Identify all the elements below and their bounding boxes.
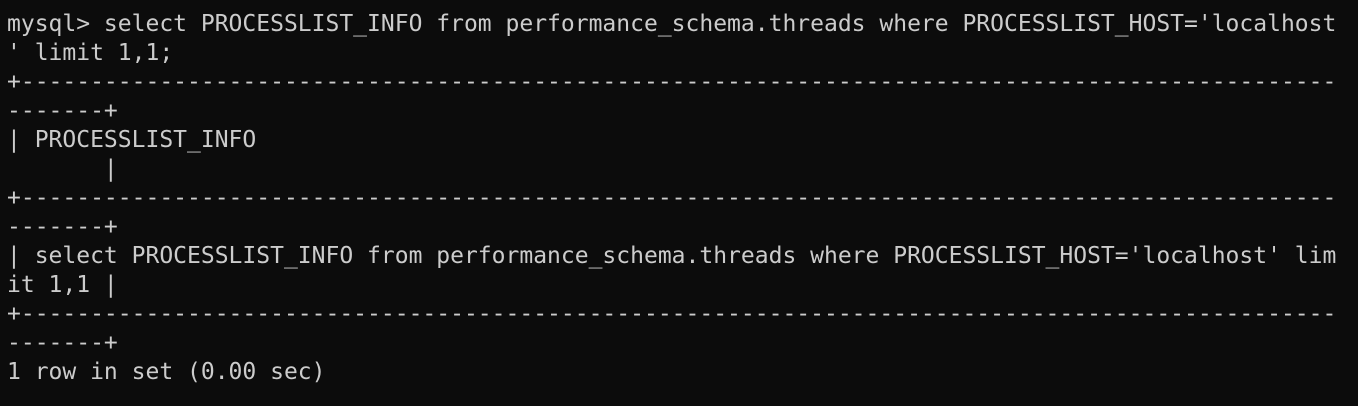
terminal-window[interactable]: mysql> select PROCESSLIST_INFO from perf… — [0, 0, 1358, 406]
table-border-mid-wrap: -------+ — [7, 214, 118, 240]
table-border-top: +---------------------------------------… — [7, 69, 1337, 95]
table-border-top-wrap: -------+ — [7, 98, 118, 124]
command-line-continuation: ' limit 1,1; — [7, 40, 174, 66]
command-line: mysql> select PROCESSLIST_INFO from perf… — [7, 11, 1337, 37]
result-summary: 1 row in set (0.00 sec) — [7, 359, 326, 385]
table-row: | select PROCESSLIST_INFO from performan… — [7, 243, 1337, 269]
table-border-mid: +---------------------------------------… — [7, 185, 1337, 211]
table-header-wrap: | — [7, 156, 118, 182]
table-border-bottom: +---------------------------------------… — [7, 301, 1337, 327]
table-row-wrap: it 1,1 | — [7, 272, 118, 298]
table-header: | PROCESSLIST_INFO — [7, 127, 257, 153]
table-border-bottom-wrap: -------+ — [7, 330, 118, 356]
